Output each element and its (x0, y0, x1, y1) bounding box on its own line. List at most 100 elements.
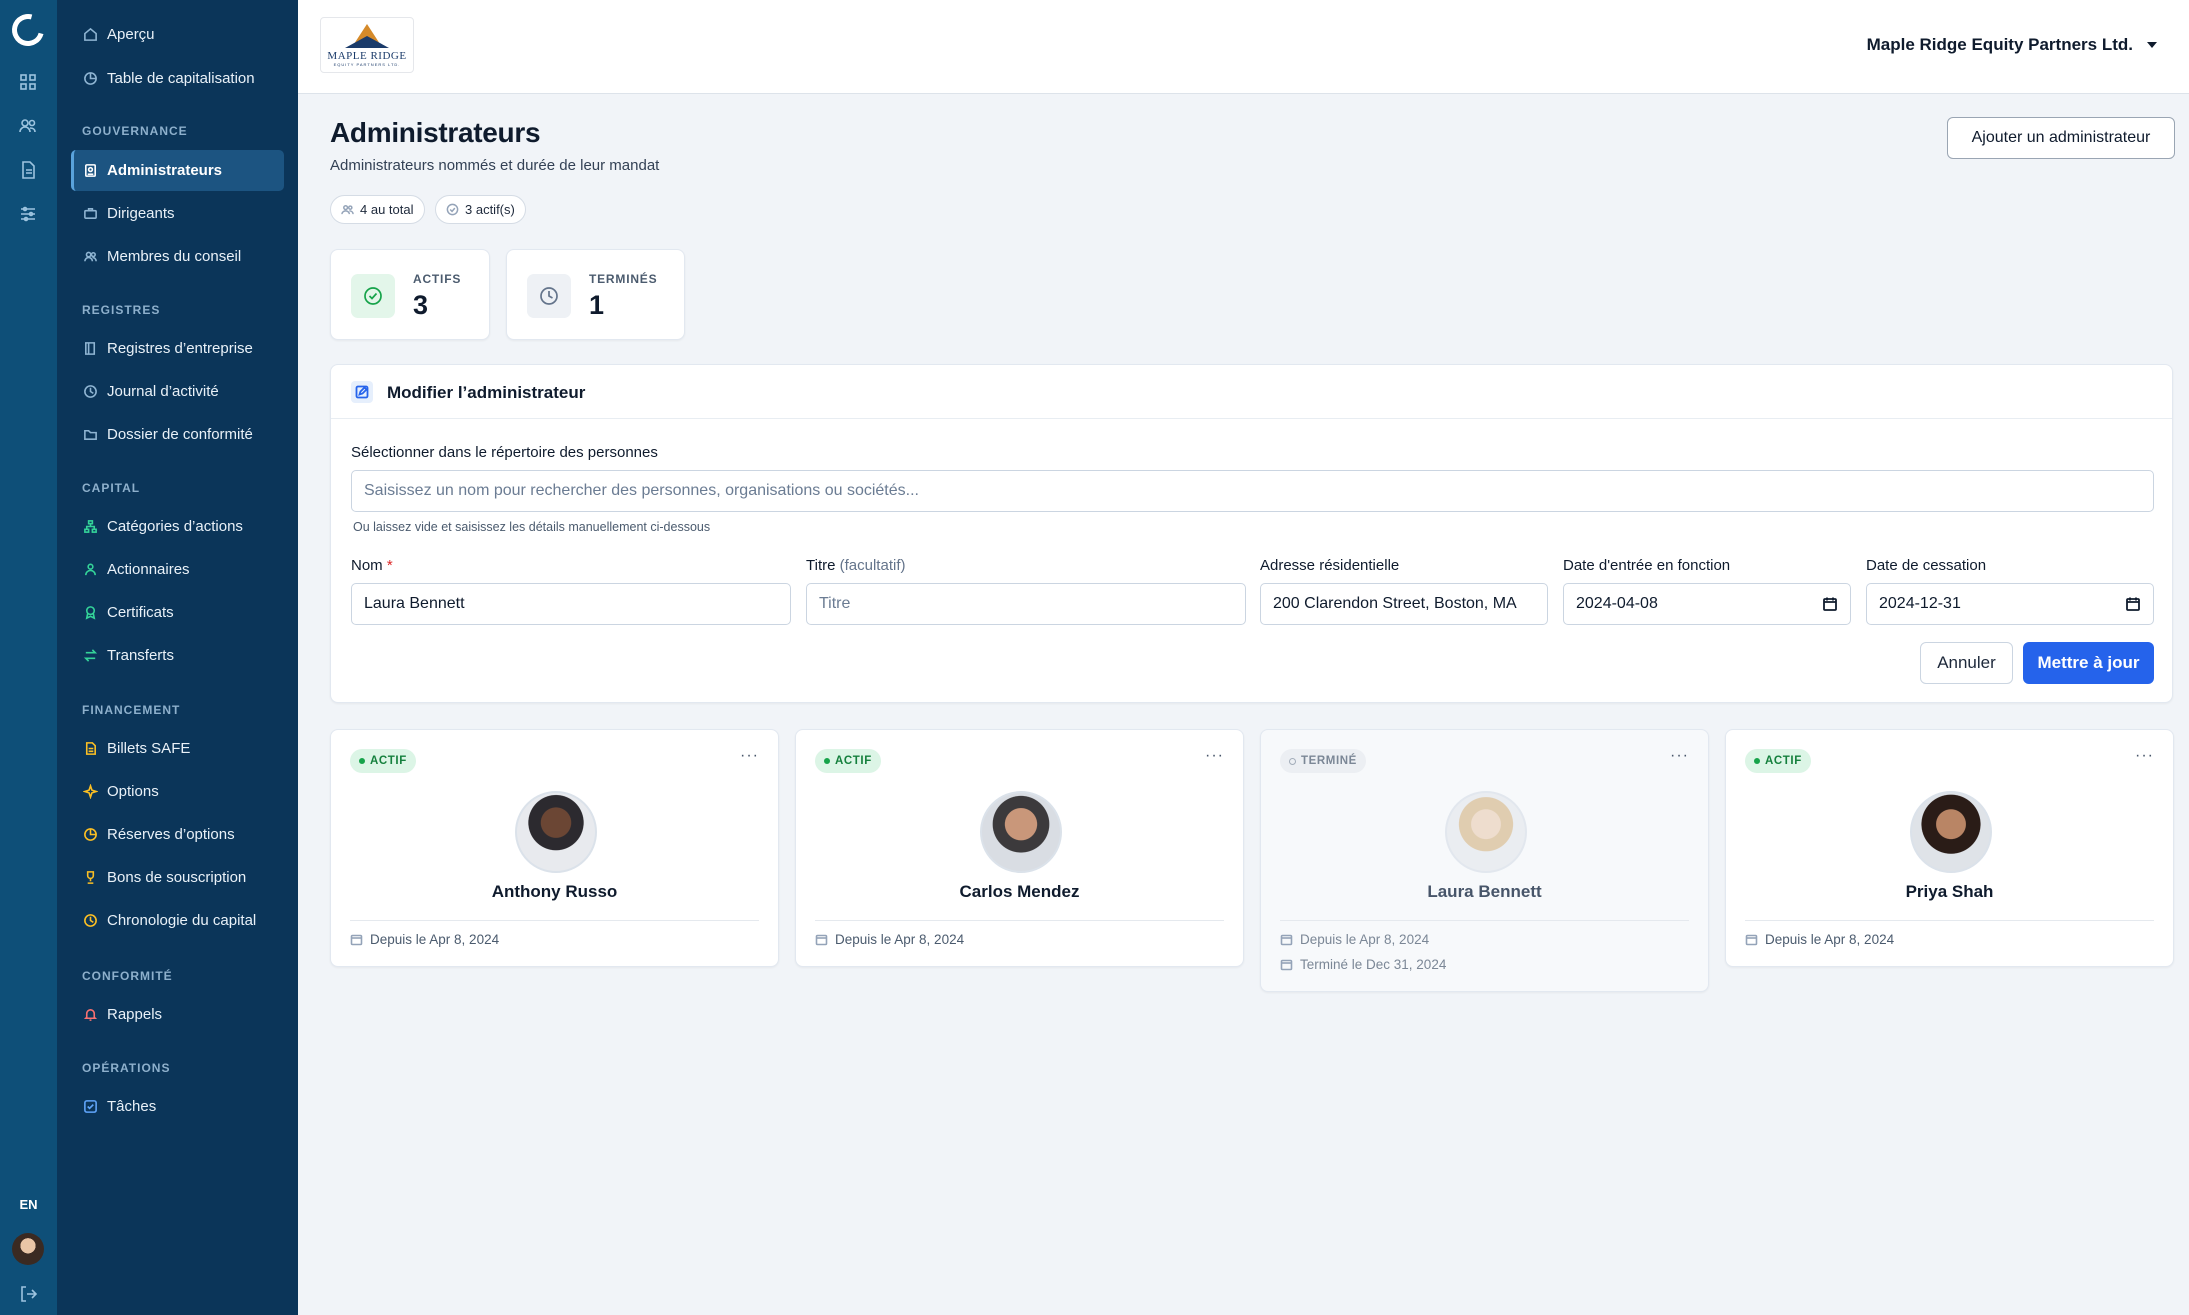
document-icon[interactable] (18, 160, 38, 180)
users-icon (341, 205, 354, 215)
director-name: Priya Shah (1905, 882, 1994, 901)
calendar-icon (1280, 934, 1293, 946)
sidebar-item-certificats[interactable]: Certificats (71, 592, 284, 633)
users-icon[interactable] (18, 116, 38, 136)
sidebar-item-table-capitalisation[interactable]: Table de capitalisation (71, 58, 284, 99)
sidebar-item-dirigeants[interactable]: Dirigeants (71, 193, 284, 234)
label-text: Titre (806, 557, 836, 574)
page-title: Administrateurs (330, 117, 541, 148)
section-title-registres: REGISTRES (82, 303, 161, 317)
update-button[interactable]: Mettre à jour (2023, 642, 2154, 684)
director-card[interactable]: ACTIF ··· Anthony Russo Depuis le Apr 8,… (330, 729, 779, 967)
sidebar-item-bons-souscription[interactable]: Bons de souscription (71, 857, 284, 898)
stat-card-active: ACTIFS 3 (330, 249, 490, 340)
logo-subtext: EQUITY PARTNERS LTD. (333, 62, 401, 67)
name-label: Nom * (351, 557, 393, 574)
avatar (1445, 791, 1527, 873)
start-date-value: 2024-04-08 (1576, 595, 1658, 612)
grid-icon[interactable] (18, 72, 38, 92)
app-logo-icon[interactable] (6, 8, 50, 52)
name-field[interactable]: Laura Bennett (351, 583, 791, 625)
calendar-icon (815, 934, 828, 946)
sidebar-item-journal-activite[interactable]: Journal d’activité (71, 371, 284, 412)
sidebar-item-label: Aperçu (107, 26, 155, 43)
more-options-icon[interactable]: ··· (1670, 747, 1689, 765)
sidebar-item-categories-actions[interactable]: Catégories d’actions (71, 506, 284, 547)
status-badge: ACTIF (815, 749, 881, 773)
sidebar-item-reserves-options[interactable]: Réserves d’options (71, 814, 284, 855)
language-toggle[interactable]: EN (0, 1197, 57, 1212)
start-date-label: Date d'entrée en fonction (1563, 557, 1731, 574)
sidebar-item-label: Bons de souscription (107, 869, 247, 886)
directory-hint: Ou laissez vide et saisissez les détails… (353, 520, 711, 534)
company-switcher[interactable]: Maple Ridge Equity Partners Ltd. (1867, 35, 2157, 55)
sidebar-item-actionnaires[interactable]: Actionnaires (71, 549, 284, 590)
avatar (1910, 791, 1992, 873)
sidebar-item-administrateurs[interactable]: Administrateurs (71, 150, 284, 191)
user-avatar[interactable] (12, 1233, 44, 1265)
sidebar-item-billets-safe[interactable]: Billets SAFE (71, 728, 284, 769)
director-card[interactable]: ACTIF ··· Priya Shah Depuis le Apr 8, 20… (1725, 729, 2174, 967)
status-label: TERMINÉ (1301, 755, 1357, 767)
logout-icon[interactable] (18, 1284, 38, 1304)
sidebar-item-label: Journal d’activité (107, 383, 219, 400)
address-field[interactable]: 200 Clarendon Street, Boston, MA (1260, 583, 1548, 625)
sidebar-item-label: Réserves d’options (107, 826, 235, 843)
avatar (515, 791, 597, 873)
sidebar-item-options[interactable]: Options (71, 771, 284, 812)
sidebar-item-membres-conseil[interactable]: Membres du conseil (71, 236, 284, 277)
hierarchy-icon (83, 519, 98, 534)
section-title-operations: OPÉRATIONS (82, 1061, 171, 1075)
end-date-field[interactable]: 2024-12-31 (1866, 583, 2154, 625)
form-title: Modifier l’administrateur (387, 383, 586, 402)
folder-icon (83, 427, 98, 442)
total-chip: 4 au total (330, 195, 425, 224)
add-administrator-button[interactable]: Ajouter un administrateur (1947, 117, 2175, 159)
sidebar-item-rappels[interactable]: Rappels (71, 994, 284, 1035)
trophy-icon (83, 870, 98, 885)
section-title-conformite: CONFORMITÉ (82, 969, 173, 983)
calendar-icon[interactable] (2125, 596, 2141, 612)
director-card[interactable]: ACTIF ··· Carlos Mendez Depuis le Apr 8,… (795, 729, 1244, 967)
more-options-icon[interactable]: ··· (740, 747, 759, 765)
sidebar-item-apercu[interactable]: Aperçu (71, 14, 284, 55)
sidebar-item-label: Catégories d’actions (107, 518, 243, 535)
stat-value: 3 (413, 290, 429, 320)
sidebar-item-dossier-conformite[interactable]: Dossier de conformité (71, 414, 284, 455)
more-options-icon[interactable]: ··· (1205, 747, 1224, 765)
company-logo: MAPLE RIDGE EQUITY PARTNERS LTD. (320, 17, 414, 73)
form-header: Modifier l’administrateur (331, 365, 2172, 419)
sidebar-item-label: Rappels (107, 1006, 163, 1023)
chip-label: 3 actif(s) (465, 202, 515, 217)
sidebar-item-transferts[interactable]: Transferts (71, 635, 284, 676)
start-date-field[interactable]: 2024-04-08 (1563, 583, 1851, 625)
title-field[interactable]: Titre (806, 583, 1246, 625)
sidebar-item-label: Tâches (107, 1098, 157, 1115)
logo-text: MAPLE RIDGE (327, 50, 407, 62)
user-group-icon (83, 562, 98, 577)
since-text: Depuis le Apr 8, 2024 (1300, 932, 1430, 947)
since-date: Depuis le Apr 8, 2024 (1745, 932, 1894, 947)
chevron-down-icon (2147, 42, 2157, 48)
sidebar-item-label: Certificats (107, 604, 174, 621)
ended-text: Terminé le Dec 31, 2024 (1300, 957, 1447, 972)
top-bar: MAPLE RIDGE EQUITY PARTNERS LTD. Maple R… (298, 0, 2189, 94)
calendar-icon (1280, 959, 1293, 971)
director-name: Anthony Russo (491, 882, 618, 901)
director-card[interactable]: TERMINÉ ··· Laura Bennett Depuis le Apr … (1260, 729, 1709, 992)
sidebar-item-label: Chronologie du capital (107, 912, 257, 929)
more-options-icon[interactable]: ··· (2135, 747, 2154, 765)
calendar-icon[interactable] (1822, 596, 1838, 612)
active-chip: 3 actif(s) (435, 195, 526, 224)
sidebar-item-taches[interactable]: Tâches (71, 1086, 284, 1127)
book-icon (83, 341, 98, 356)
directory-label: Sélectionner dans le répertoire des pers… (351, 444, 658, 461)
since-text: Depuis le Apr 8, 2024 (835, 932, 965, 947)
stat-label: TERMINÉS (589, 272, 658, 286)
sliders-icon[interactable] (18, 204, 38, 224)
cancel-button[interactable]: Annuler (1920, 642, 2013, 684)
sidebar-item-label: Administrateurs (107, 162, 223, 179)
sidebar-item-chronologie-capital[interactable]: Chronologie du capital (71, 900, 284, 941)
directory-search-input[interactable]: Saisissez un nom pour rechercher des per… (351, 470, 2154, 512)
sidebar-item-registres-entreprise[interactable]: Registres d’entreprise (71, 328, 284, 369)
